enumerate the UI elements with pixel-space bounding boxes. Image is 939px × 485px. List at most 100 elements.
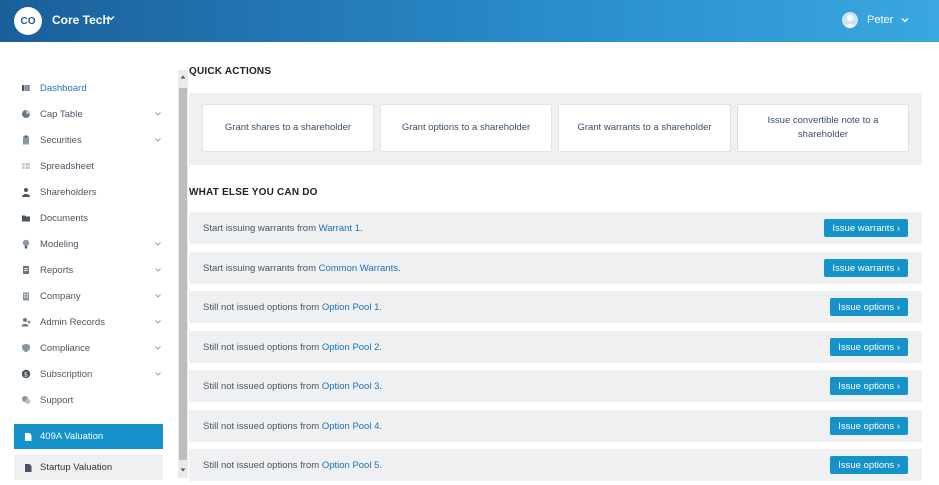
chevron-down-icon [155,320,161,324]
sidebar-item-support[interactable]: Support [14,388,166,412]
row-suffix: . [379,301,383,313]
issue-warrants-button[interactable]: Issue warrants › [824,259,908,277]
sidebar-item-label: Admin Records [40,316,105,328]
issue-options-button[interactable]: Issue options › [830,377,908,395]
valuation-409a-button[interactable]: 409A Valuation [14,424,163,449]
issue-options-button[interactable]: Issue options › [830,338,908,356]
row-suffix: . [359,222,363,234]
lightbulb-icon [21,239,31,249]
sidebar-item-modeling[interactable]: Modeling [14,232,166,256]
sidebar-item-cap-table[interactable]: Cap Table [14,102,166,126]
row-text: Still not issued options from Option Poo… [203,381,382,392]
document-icon [23,463,33,473]
grant-options-card[interactable]: Grant options to a shareholder [380,104,552,152]
startup-valuation-button[interactable]: Startup Valuation [14,455,163,480]
sidebar-item-shareholders[interactable]: Shareholders [14,180,166,204]
row-prefix: Start issuing warrants from [203,262,319,274]
grant-shares-card[interactable]: Grant shares to a shareholder [202,104,374,152]
sidebar-item-label: Reports [40,264,74,276]
list-item: Start issuing warrants from Common Warra… [189,252,922,284]
grant-shares-label: Grant shares to a shareholder [224,122,352,133]
issue-options-button[interactable]: Issue options › [830,298,908,316]
scrollbar-thumb[interactable] [179,88,187,460]
sidebar-item-company[interactable]: Company [14,284,166,308]
avatar[interactable] [842,12,858,28]
grant-warrants-label: Grant warrants to a shareholder [577,122,712,133]
row-prefix: Still not issued options from [203,380,322,392]
sidebar-item-subscription[interactable]: $ Subscription [14,362,166,386]
what-else-title: WHAT ELSE YOU CAN DO [189,187,318,198]
sidebar-item-label: Company [40,290,81,302]
valuation-409a-label: 409A Valuation [40,431,104,442]
chevron-down-icon [155,372,161,376]
grant-options-label: Grant options to a shareholder [401,122,531,133]
sidebar-item-documents[interactable]: Documents [14,206,166,230]
issue-options-button[interactable]: Issue options › [830,456,908,474]
chevron-down-icon [155,138,161,142]
option-pool-link[interactable]: Option Pool 5 [322,460,380,471]
scroll-down-icon[interactable] [179,466,187,474]
chevron-down-icon [155,268,161,272]
sidebar-item-label: Support [40,394,74,406]
row-prefix: Still not issued options from [203,301,322,313]
spreadsheet-icon [21,161,31,171]
row-suffix: . [397,262,401,274]
document-icon [23,432,33,442]
company-avatar[interactable]: CO [14,7,42,35]
sidebar-item-reports[interactable]: Reports [14,258,166,282]
sidebar-item-dashboard[interactable]: Dashboard [14,76,166,100]
sidebar-item-label: Shareholders [40,186,97,198]
list-item: Still not issued options from Option Poo… [189,410,922,442]
option-pool-link[interactable]: Option Pool 1 [322,302,380,313]
issue-options-button[interactable]: Issue options › [830,417,908,435]
sidebar-item-label: Subscription [40,368,93,380]
sidebar-item-securities[interactable]: Securities [14,128,166,152]
sidebar-item-label: Spreadsheet [40,160,94,172]
option-pool-link[interactable]: Option Pool 4 [322,421,380,432]
chevron-down-icon [155,294,161,298]
chevron-down-icon [155,242,161,246]
svg-text:$: $ [24,370,28,378]
company-switcher[interactable]: Core Tech [52,13,110,27]
sidebar-item-label: Compliance [40,342,91,354]
list-item: Still not issued options from Option Poo… [189,331,922,363]
top-bar: CO Core Tech Peter [0,0,939,42]
row-text: Start issuing warrants from Warrant 1. [203,223,363,234]
list-item: Start issuing warrants from Warrant 1. I… [189,212,922,244]
sidebar-item-compliance[interactable]: Compliance [14,336,166,360]
row-suffix: . [379,341,383,353]
list-item: Still not issued options from Option Poo… [189,449,922,481]
user-menu[interactable]: Peter [867,14,893,26]
row-prefix: Start issuing warrants from [203,222,319,234]
dashboard-icon [21,83,31,93]
sidebar-item-label: Modeling [40,238,79,250]
sidebar-item-admin-records[interactable]: Admin Records [14,310,166,334]
chevron-down-icon[interactable] [900,15,910,25]
sidebar-item-spreadsheet[interactable]: Spreadsheet [14,154,166,178]
issue-convertible-note-card[interactable]: Issue convertible note to a shareholder [737,104,909,152]
grant-warrants-card[interactable]: Grant warrants to a shareholder [558,104,731,152]
building-icon [21,291,31,301]
row-text: Still not issued options from Option Poo… [203,421,382,432]
list-item: Still not issued options from Option Poo… [189,291,922,323]
issue-convertible-note-label: Issue convertible note to a shareholder [767,115,879,140]
row-suffix: . [379,380,383,392]
row-suffix: . [379,459,383,471]
chevron-down-icon[interactable] [106,13,116,23]
sidebar-item-label: Cap Table [40,108,83,120]
admin-icon [21,317,31,327]
option-pool-link[interactable]: Option Pool 2 [322,342,380,353]
report-icon [21,265,31,275]
chevron-down-icon [155,346,161,350]
chevron-down-icon [155,112,161,116]
row-text: Still not issued options from Option Poo… [203,342,382,353]
scroll-up-icon[interactable] [179,73,187,81]
warrant-link[interactable]: Warrant 1 [319,223,360,234]
clipboard-icon [21,135,31,145]
option-pool-link[interactable]: Option Pool 3 [322,381,380,392]
list-item: Still not issued options from Option Poo… [189,370,922,402]
issue-warrants-button[interactable]: Issue warrants › [824,219,908,237]
support-icon [21,395,31,405]
warrant-link[interactable]: Common Warrants [319,263,398,274]
user-icon [21,187,31,197]
